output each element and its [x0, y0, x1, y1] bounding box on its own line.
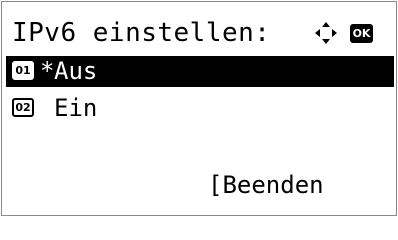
exit-softkey[interactable]: [Beenden	[208, 170, 324, 201]
selected-marker: *	[40, 57, 55, 85]
item-label: Ein	[54, 94, 98, 122]
ok-key-icon: OK	[350, 24, 373, 43]
item-number: 01	[15, 64, 31, 77]
item-number: 02	[15, 101, 31, 114]
item-number-badge: 02	[12, 98, 34, 117]
item-number-badge: 01	[12, 61, 34, 80]
menu-item-aus[interactable]: 01 * Aus	[6, 56, 394, 87]
panel-screen: IPv6 einstellen: OK 01 * Aus 02 Ein [Bee…	[1, 1, 397, 216]
item-label: Aus	[54, 57, 98, 85]
menu-item-ein[interactable]: 02 Ein	[6, 93, 394, 124]
screen-title: IPv6 einstellen:	[12, 18, 271, 48]
four-way-arrow-icon	[315, 22, 337, 44]
